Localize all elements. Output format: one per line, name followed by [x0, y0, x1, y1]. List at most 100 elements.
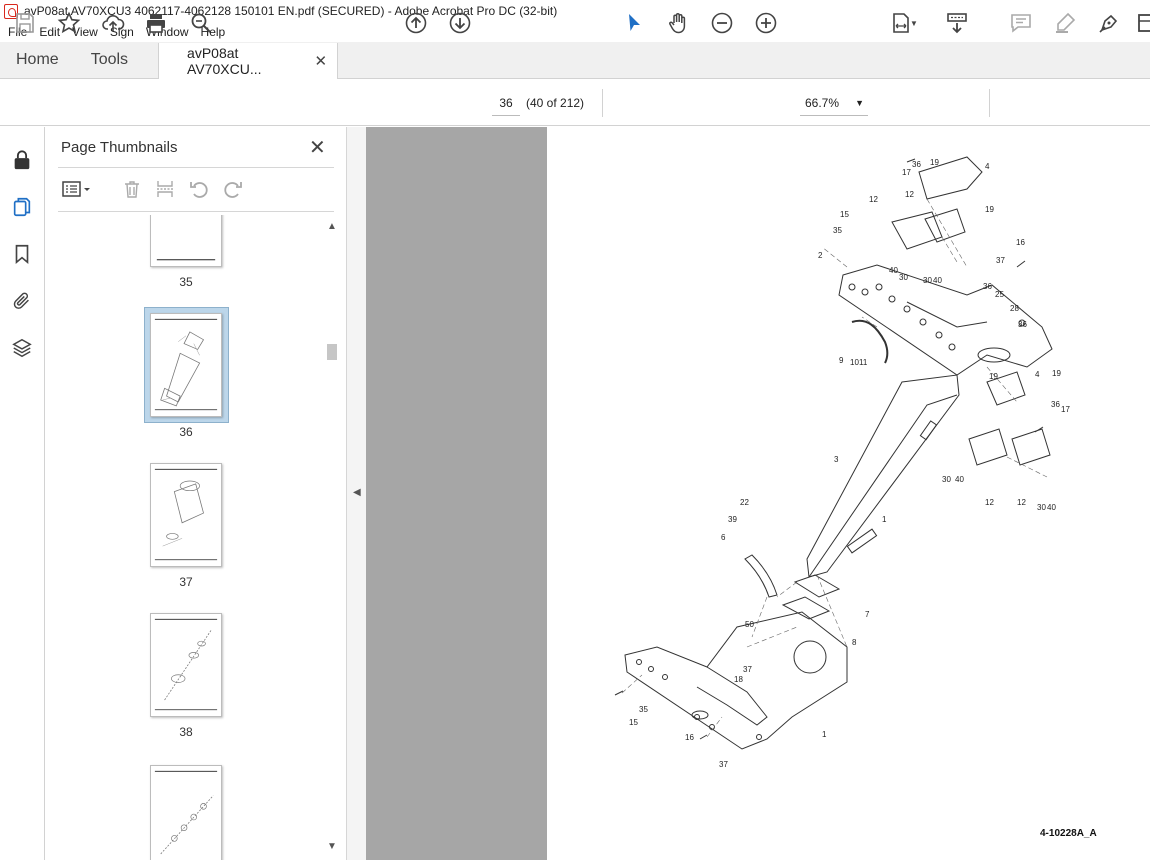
svg-text:3: 3 [834, 455, 839, 464]
svg-text:40: 40 [933, 276, 942, 285]
layers-icon[interactable] [9, 335, 35, 361]
svg-text:37: 37 [719, 760, 728, 769]
svg-text:12: 12 [985, 498, 994, 507]
svg-text:15: 15 [629, 718, 638, 727]
svg-text:35: 35 [833, 226, 842, 235]
page-thumbnail-38[interactable] [150, 613, 222, 717]
svg-text:17: 17 [1061, 405, 1070, 414]
attachments-paperclip-icon[interactable] [9, 288, 35, 314]
svg-text:19: 19 [1052, 369, 1061, 378]
svg-text:30: 30 [942, 475, 951, 484]
zoom-level-value: 66.7% [805, 95, 840, 110]
tab-tools[interactable]: Tools [75, 42, 144, 78]
tab-home[interactable]: Home [0, 42, 75, 78]
chevron-down-icon: ▼ [855, 97, 864, 108]
hand-tool-icon[interactable] [665, 10, 691, 36]
svg-text:36: 36 [1051, 400, 1060, 409]
svg-text:40: 40 [889, 266, 898, 275]
page-thumbnails-icon[interactable] [9, 194, 35, 220]
svg-text:36: 36 [912, 160, 921, 169]
page-thumbnail-35[interactable] [150, 215, 222, 267]
svg-text:12: 12 [869, 195, 878, 204]
exploded-parts-drawing: 23515 121217 36 19 4 191637 4030 30 403625 … [614, 156, 1070, 769]
svg-text:8: 8 [852, 638, 857, 647]
thumbnail-options-icon[interactable] [60, 179, 94, 199]
scroll-up-icon[interactable]: ▲ [327, 221, 337, 232]
thumbnail-label: 38 [179, 725, 193, 739]
close-tab-icon[interactable]: ✕ [314, 52, 327, 70]
svg-text:4: 4 [985, 162, 990, 171]
svg-text:39: 39 [728, 515, 737, 524]
svg-text:17: 17 [902, 168, 911, 177]
rotate-right-icon[interactable] [221, 179, 245, 199]
svg-text:25: 25 [995, 290, 1004, 299]
scrolling-mode-icon[interactable] [944, 10, 970, 36]
highlight-pen-icon[interactable] [1052, 10, 1078, 36]
thumbnail-list[interactable]: 35 36 37 38 [46, 215, 324, 860]
close-panel-icon[interactable]: ✕ [309, 135, 326, 160]
svg-text:16: 16 [685, 733, 694, 742]
svg-text:18: 18 [734, 675, 743, 684]
svg-text:30: 30 [899, 273, 908, 282]
svg-text:16: 16 [1016, 238, 1025, 247]
svg-text:12: 12 [905, 190, 914, 199]
stamp-icon[interactable] [1135, 10, 1150, 36]
comment-icon[interactable] [1008, 10, 1034, 36]
page-thumbnail-39[interactable] [150, 765, 222, 860]
zoom-in-icon[interactable] [753, 10, 779, 36]
next-page-icon[interactable] [447, 10, 473, 36]
page-fit-menu-icon[interactable]: ▼ [906, 10, 922, 36]
svg-text:28: 28 [1010, 304, 1019, 313]
svg-text:15: 15 [840, 210, 849, 219]
svg-text:1: 1 [882, 515, 887, 524]
previous-page-icon[interactable] [403, 10, 429, 36]
svg-text:30: 30 [923, 276, 932, 285]
title-bar: avP08at AV70XCU3 4062117-4062128 150101 … [0, 0, 1150, 22]
scroll-down-icon[interactable]: ▼ [327, 841, 337, 852]
thumbnail-label: 37 [179, 575, 193, 589]
svg-text:12: 12 [1017, 498, 1026, 507]
bookmark-star-icon[interactable] [56, 10, 82, 36]
page-thumbnail-37[interactable] [150, 463, 222, 567]
svg-text:36: 36 [1018, 320, 1027, 329]
svg-text:19: 19 [930, 158, 939, 167]
page-count: (40 of 212) [526, 96, 585, 110]
panel-divider [58, 167, 334, 168]
rotate-left-icon[interactable] [187, 179, 211, 199]
svg-text:11: 11 [859, 358, 868, 367]
svg-text:1: 1 [822, 730, 827, 739]
svg-text:50: 50 [745, 620, 754, 629]
svg-text:2: 2 [818, 251, 823, 260]
bookmarks-icon[interactable] [9, 241, 35, 267]
insert-page-icon[interactable] [153, 179, 177, 199]
save-icon[interactable] [12, 10, 38, 36]
svg-text:19: 19 [989, 372, 998, 381]
delete-page-icon[interactable] [120, 179, 144, 199]
upload-cloud-icon[interactable] [100, 10, 126, 36]
collapse-panel-icon[interactable]: ◀ [353, 487, 361, 498]
pdf-page[interactable]: 2 35 15 12 12 17 36 19 4 19 16 37 40 30 30 40 36 25 … [547, 127, 1150, 860]
panel-splitter[interactable]: ◀ [346, 127, 366, 860]
svg-text:40: 40 [1047, 503, 1056, 512]
page-thumbnail-36[interactable] [150, 313, 222, 417]
tab-bar: Home Tools avP08at AV70XCU... ✕ [0, 42, 1150, 79]
select-cursor-icon[interactable] [621, 10, 647, 36]
lock-icon[interactable] [9, 147, 35, 173]
svg-text:30: 30 [1037, 503, 1046, 512]
draw-pen-icon[interactable] [1096, 10, 1122, 36]
toolbar-divider [602, 89, 603, 117]
zoom-out-icon[interactable] [709, 10, 735, 36]
zoom-search-icon[interactable] [188, 10, 214, 36]
svg-text:6: 6 [721, 533, 726, 542]
thumbnail-scrollbar[interactable]: ▲ ▼ [324, 215, 340, 860]
svg-text:22: 22 [740, 498, 749, 507]
zoom-level-select[interactable]: 66.7% ▼ [800, 90, 868, 116]
page-number-input[interactable]: 36 [492, 90, 520, 116]
svg-text:37: 37 [996, 256, 1005, 265]
scrollbar-thumb[interactable] [327, 344, 337, 360]
svg-text:37: 37 [743, 665, 752, 674]
svg-text:35: 35 [639, 705, 648, 714]
thumbnail-label: 36 [179, 425, 193, 439]
tab-document[interactable]: avP08at AV70XCU... ✕ [158, 43, 339, 79]
print-icon[interactable] [143, 10, 169, 36]
